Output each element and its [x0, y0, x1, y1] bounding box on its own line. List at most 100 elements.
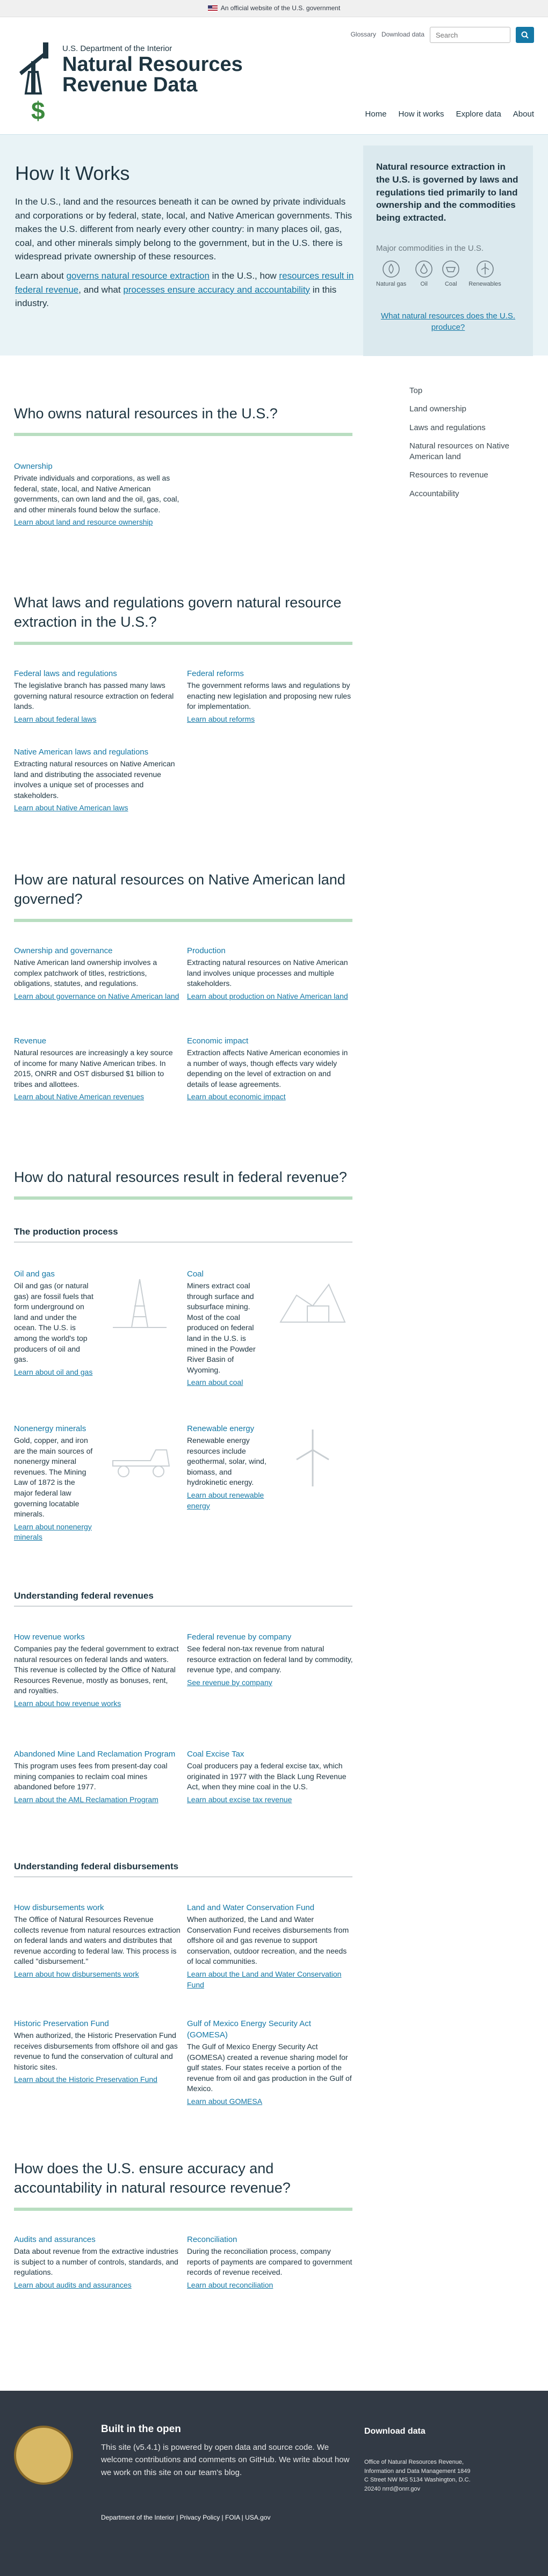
- us-flag-icon: [207, 5, 218, 12]
- production-block: Production Extracting natural resources …: [187, 945, 354, 1002]
- commodity-oil[interactable]: Oil: [415, 260, 433, 289]
- laws-link[interactable]: governs natural resource extraction: [66, 271, 209, 281]
- block-heading: Renewable energy: [187, 1424, 255, 1433]
- gov-banner-text: An official website of the U.S. governme…: [220, 4, 341, 12]
- excise-tax-link[interactable]: Learn about excise tax revenue: [187, 1795, 354, 1805]
- governance-block: Ownership and governance Native American…: [14, 945, 181, 1002]
- subsection-rule: [14, 1606, 352, 1607]
- site-logo-icon[interactable]: $: [15, 40, 63, 123]
- site-header: $ U.S. Department of the Interior Natura…: [0, 17, 548, 130]
- toc-revenue[interactable]: Resources to revenue: [409, 470, 538, 481]
- gomesa-link[interactable]: Learn about GOMESA: [187, 2096, 354, 2107]
- commodity-coal[interactable]: Coal: [442, 260, 460, 289]
- toc-laws[interactable]: Laws and regulations: [409, 423, 538, 433]
- site-title-line1[interactable]: Natural Resources: [62, 54, 243, 75]
- how-revenue-link[interactable]: Learn about how revenue works: [14, 1699, 181, 1709]
- subsection-title: Understanding federal disbursements: [14, 1861, 179, 1871]
- main-nav: Home How it works Explore data About: [365, 108, 534, 120]
- block-heading: Coal Excise Tax: [187, 1750, 244, 1759]
- economic-impact-link[interactable]: Learn about economic impact: [187, 1092, 354, 1102]
- disbursements-block: How disbursements work The Office of Nat…: [14, 1902, 181, 1980]
- reforms-link[interactable]: Learn about reforms: [187, 714, 354, 725]
- block-text: Extraction affects Native American econo…: [187, 1048, 348, 1089]
- lwcf-link[interactable]: Learn about the Land and Water Conservat…: [187, 1969, 354, 1990]
- callout-lead: Natural resource extraction in the U.S. …: [376, 162, 518, 223]
- search-button[interactable]: [516, 27, 534, 43]
- federal-laws-link[interactable]: Learn about federal laws: [14, 714, 181, 725]
- coal-mine-icon: [279, 1283, 346, 1323]
- coal-link[interactable]: Learn about coal: [187, 1377, 268, 1388]
- ownership-block: Ownership Private individuals and corpor…: [14, 461, 181, 528]
- search-icon: [521, 31, 529, 39]
- site-title-line2[interactable]: Revenue Data: [62, 74, 197, 96]
- reconciliation-link[interactable]: Learn about reconciliation: [187, 2280, 354, 2291]
- minerals-link[interactable]: Learn about nonenergy minerals: [14, 1522, 95, 1543]
- section-title: What laws and regulations govern natural…: [14, 594, 342, 630]
- hero: How It Works In the U.S., land and the r…: [0, 134, 548, 356]
- download-data-footer-link[interactable]: Download data: [364, 2425, 426, 2437]
- toc-top[interactable]: Top: [409, 386, 538, 396]
- block-heading: Reconciliation: [187, 2235, 237, 2244]
- commodity-renewables[interactable]: Renewables: [468, 260, 501, 289]
- federal-reforms-block: Federal reforms The government reforms l…: [187, 668, 354, 724]
- audits-link[interactable]: Learn about audits and assurances: [14, 2280, 181, 2291]
- aml-link[interactable]: Learn about the AML Reclamation Program: [14, 1795, 181, 1805]
- revenue-by-company-link[interactable]: See revenue by company: [187, 1678, 354, 1688]
- utility-nav: Glossary Download data: [351, 27, 534, 43]
- renewables-block: Renewable energy Renewable energy resour…: [187, 1423, 268, 1511]
- glossary-link[interactable]: Glossary: [351, 30, 376, 39]
- block-heading: Nonenergy minerals: [14, 1424, 86, 1433]
- ownership-link[interactable]: Learn about land and resource ownership: [14, 517, 181, 528]
- section-title: Who owns natural resources in the U.S.?: [14, 405, 278, 422]
- toc-accountability[interactable]: Accountability: [409, 489, 538, 499]
- renewables-link[interactable]: Learn about renewable energy: [187, 1490, 268, 1511]
- block-text: This program uses fees from present-day …: [14, 1761, 168, 1791]
- section-ownership: Who owns natural resources in the U.S.?: [14, 404, 352, 437]
- oil-gas-block: Oil and gas Oil and gas (or natural gas)…: [14, 1268, 95, 1377]
- footer-links[interactable]: Department of the Interior | Privacy Pol…: [101, 2513, 270, 2522]
- native-laws-link[interactable]: Learn about Native American laws: [14, 803, 181, 814]
- download-data-link[interactable]: Download data: [381, 30, 424, 39]
- block-heading: Native American laws and regulations: [14, 748, 149, 757]
- commodity-label: Oil: [420, 280, 428, 287]
- native-laws-block: Native American laws and regulations Ext…: [14, 746, 181, 814]
- coal-block: Coal Miners extract coal through surface…: [187, 1268, 268, 1388]
- block-text: Coal producers pay a federal excise tax,…: [187, 1761, 347, 1791]
- toc-land-ownership[interactable]: Land ownership: [409, 404, 538, 415]
- nav-explore-data[interactable]: Explore data: [456, 108, 501, 120]
- hero-learn-more: Learn about governs natural resource ext…: [15, 269, 359, 310]
- flame-icon: [383, 260, 400, 278]
- oil-gas-link[interactable]: Learn about oil and gas: [14, 1367, 95, 1378]
- production-link[interactable]: Learn about production on Native America…: [187, 991, 354, 1002]
- minerals-block: Nonenergy minerals Gold, copper, and iro…: [14, 1423, 95, 1543]
- accountability-link[interactable]: processes ensure accuracy and accountabi…: [123, 285, 310, 295]
- search-input[interactable]: [430, 27, 510, 43]
- lwcf-block: Land and Water Conservation Fund When au…: [187, 1902, 354, 1990]
- commodity-gas[interactable]: Natural gas: [376, 260, 406, 289]
- doi-seal-icon[interactable]: [14, 2426, 73, 2485]
- block-heading: Ownership and governance: [14, 946, 113, 955]
- production-question-link[interactable]: What natural resources does the U.S. pro…: [376, 310, 520, 334]
- commodity-label: Natural gas: [376, 280, 407, 287]
- disbursements-link[interactable]: Learn about how disbursements work: [14, 1969, 181, 1980]
- oil-drop-icon: [415, 260, 433, 278]
- nav-how-it-works[interactable]: How it works: [399, 108, 444, 120]
- revenue-block: Revenue Natural resources are increasing…: [14, 1035, 181, 1102]
- toc-native-american[interactable]: Natural resources on Native American lan…: [409, 441, 538, 463]
- section-rule: [14, 918, 352, 922]
- subsection-title: Understanding federal revenues: [14, 1591, 154, 1601]
- section-federal-revenue: How do natural resources result in feder…: [14, 1167, 352, 1200]
- block-text: The Office of Natural Resources Revenue …: [14, 1915, 181, 1966]
- site-footer: Built in the open This site (v5.4.1) is …: [0, 2391, 548, 2576]
- footer-title: Built in the open: [101, 2423, 181, 2435]
- governance-link[interactable]: Learn about governance on Native America…: [14, 991, 181, 1002]
- block-heading: Audits and assurances: [14, 2235, 96, 2244]
- hero-callout: Natural resource extraction in the U.S. …: [363, 146, 533, 356]
- hpf-link[interactable]: Learn about the Historic Preservation Fu…: [14, 2074, 181, 2085]
- svg-text:$: $: [31, 97, 45, 123]
- federal-laws-block: Federal laws and regulations The legisla…: [14, 668, 181, 724]
- block-heading: Production: [187, 946, 226, 955]
- nav-home[interactable]: Home: [365, 108, 387, 120]
- native-revenue-link[interactable]: Learn about Native American revenues: [14, 1092, 181, 1102]
- nav-about[interactable]: About: [513, 108, 534, 120]
